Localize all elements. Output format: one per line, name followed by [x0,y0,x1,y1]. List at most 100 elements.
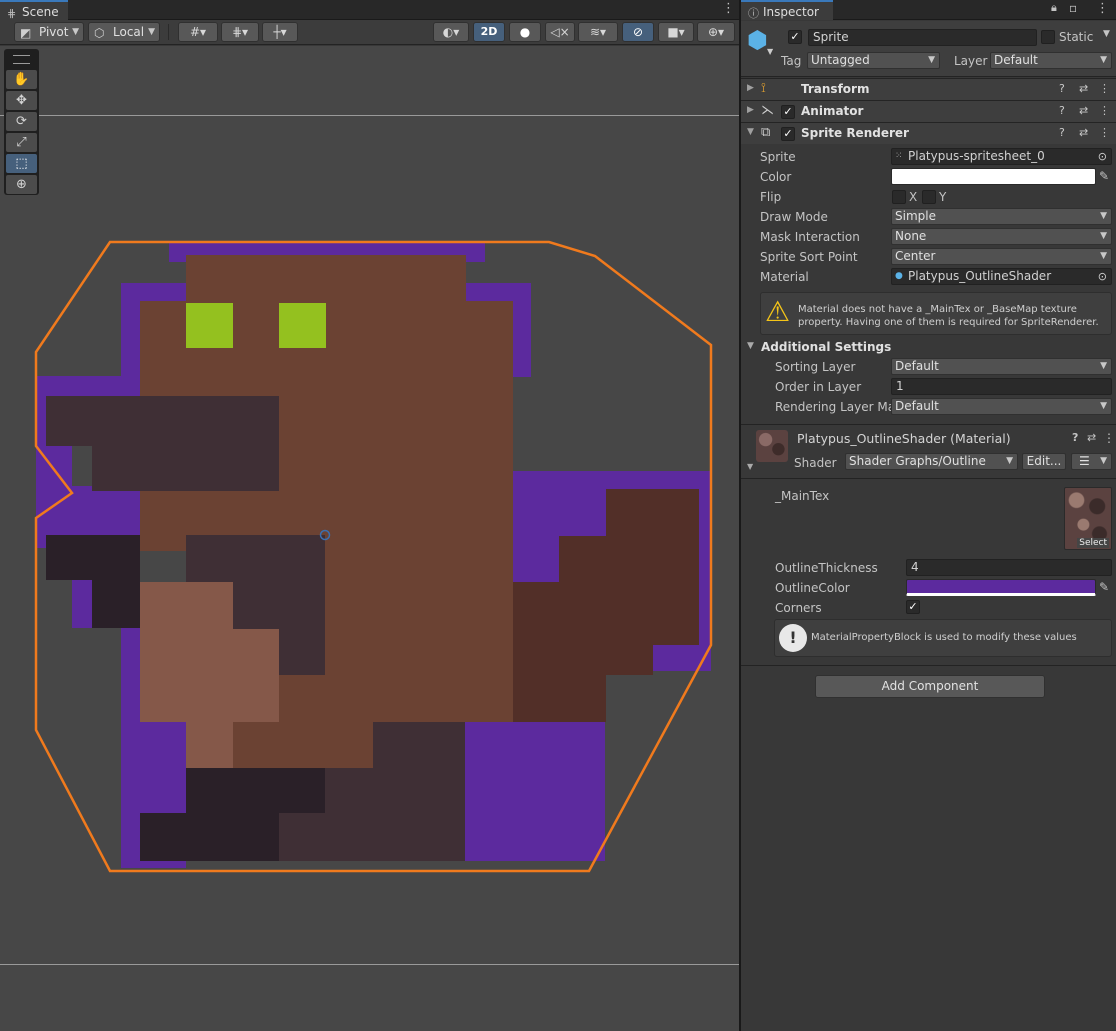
sprite-label: Sprite [760,150,796,164]
pivot-handle[interactable] [319,529,331,541]
pivot-dropdown[interactable]: ◩ Pivot ▼ [14,22,84,42]
eyedropper-icon[interactable]: ✎ [1099,169,1109,183]
scene-viewport[interactable]: ✋ ✥ ⟳ ⤢ ⬚ ⊕ [0,46,739,1031]
component-animator[interactable]: ▶ ⋋ ✓ Animator ? ⇄ ⋮ [741,100,1116,122]
collapse-arrow-icon[interactable]: ▼ [747,127,754,137]
material-warning-text: Material does not have a _MainTex or _Ba… [798,304,1099,328]
gameobject-cube-icon[interactable]: ⬢ [747,26,768,54]
camera-dropdown[interactable]: ■▾ [658,22,694,42]
help-icon[interactable]: ? [1072,431,1078,444]
sorting-layer-dropdown[interactable]: Default ▼ [891,358,1112,375]
material-value: Platypus_OutlineShader [908,269,1052,283]
grid-snap-button[interactable]: #▾ [178,22,218,42]
rendering-layer-mask-dropdown[interactable]: Default ▼ [891,398,1112,415]
component-menu-icon[interactable]: ⋮ [1099,104,1110,117]
add-component-button[interactable]: Add Component [815,675,1045,698]
static-checkbox[interactable] [1041,30,1055,44]
preset-icon[interactable]: ⇄ [1079,82,1088,95]
sorting-layer-value: Default [895,359,939,373]
eye-slash-icon: ⊘ [632,25,644,39]
flip-x-checkbox[interactable] [892,190,906,204]
effects-dropdown[interactable]: ≋▾ [578,22,618,42]
sprite-renderer-icon: ⧉ [761,125,771,140]
active-checkbox[interactable]: ✓ [788,30,802,44]
tab-inspector[interactable]: ⓘ Inspector [741,0,833,20]
flip-x-label: X [909,190,918,204]
chevron-down-icon[interactable]: ▼ [767,47,773,56]
maintex-label: _MainTex [775,489,830,503]
eyedropper-icon[interactable]: ✎ [1099,580,1109,594]
mode-2d-toggle[interactable]: 2D [473,22,505,42]
expand-arrow-icon[interactable]: ▶ [747,105,754,115]
component-transform[interactable]: ▶ ⟟ Transform ? ⇄ ⋮ [741,78,1116,100]
flip-y-label: Y [939,190,947,204]
tab-scene[interactable]: ⋕ Scene [0,0,68,20]
help-icon[interactable]: ? [1059,126,1065,139]
sprite-sort-point-dropdown[interactable]: Center ▼ [891,248,1112,265]
shader-dropdown[interactable]: Shader Graphs/Outline ▼ [845,453,1018,470]
texture-select-button[interactable]: Select [1077,538,1109,548]
material-property-block-text: MaterialPropertyBlock is used to modify … [811,632,1077,643]
component-sprite-renderer[interactable]: ▼ ⧉ ✓ Sprite Renderer ? ⇄ ⋮ [741,122,1116,144]
collapse-arrow-icon[interactable]: ▼ [747,341,754,351]
draw-mode-button[interactable]: ◐▾ [433,22,469,42]
material-object-field[interactable]: ● Platypus_OutlineShader ⊙ [891,268,1112,285]
component-menu-icon[interactable]: ⋮ [1103,431,1115,445]
audio-toggle[interactable]: ◁× [545,22,575,42]
lighting-toggle[interactable]: ● [509,22,541,42]
chevron-down-icon: ▼ [1100,401,1107,411]
object-picker-icon[interactable]: ⊙ [1098,269,1107,284]
corners-checkbox[interactable]: ✓ [906,600,920,614]
outline-color-swatch[interactable] [906,579,1096,596]
transform-title: Transform [801,82,870,96]
mask-interaction-dropdown[interactable]: None ▼ [891,228,1112,245]
tag-dropdown[interactable]: Untagged ▼ [807,52,940,69]
tag-label: Tag [781,54,802,68]
material-warning-box: ⚠ Material does not have a _MainTex or _… [760,292,1112,335]
object-name-field[interactable]: Sprite [808,29,1037,46]
component-menu-icon[interactable]: ⋮ [1099,82,1110,95]
chevron-down-icon[interactable]: ▼ [1103,29,1110,39]
help-icon[interactable]: ? [1059,104,1065,117]
maximize-icon[interactable]: ▫ [1069,1,1077,15]
increment-snap-button[interactable]: ┼▾ [262,22,298,42]
gizmos-dropdown[interactable]: ⊕▾ [697,22,735,42]
info-exclamation-icon: ! [779,624,807,652]
flip-y-checkbox[interactable] [922,190,936,204]
animator-enabled-checkbox[interactable]: ✓ [781,105,795,119]
lock-icon[interactable]: 🔒︎ [1051,1,1057,15]
sprite-object-field[interactable]: ⁙ Platypus-spritesheet_0 ⊙ [891,148,1112,165]
inspector-menu-icon[interactable]: ⋮ [1096,1,1109,16]
tab-scene-label: Scene [22,5,59,19]
draw-mode-value: Simple [895,209,936,223]
layer-dropdown[interactable]: Default ▼ [990,52,1112,69]
gizmo-globe-icon: ⊕▾ [707,25,725,39]
additional-settings-title[interactable]: Additional Settings [761,340,891,354]
shader-options-dropdown[interactable]: ☰ ▼ [1071,453,1112,470]
object-picker-icon[interactable]: ⊙ [1098,149,1107,164]
component-menu-icon[interactable]: ⋮ [1099,126,1110,139]
material-preview-thumbnail [756,430,788,462]
order-in-layer-field[interactable]: 1 [891,378,1112,395]
cube-icon: ⬡ [94,26,105,40]
draw-mode-dropdown[interactable]: Simple ▼ [891,208,1112,225]
outline-thickness-field[interactable]: 4 [906,559,1112,576]
color-label: Color [760,170,792,184]
preset-icon[interactable]: ⇄ [1079,126,1088,139]
sprite-renderer-enabled-checkbox[interactable]: ✓ [781,127,795,141]
scene-menu-icon[interactable]: ⋮ [722,1,735,16]
chevron-down-icon: ▼ [148,27,155,37]
preset-icon[interactable]: ⇄ [1087,431,1096,444]
grid-visibility-button[interactable]: ⋕▾ [221,22,259,42]
maintex-texture-slot[interactable]: Select [1064,487,1112,550]
local-dropdown[interactable]: ⬡ Local ▼ [88,22,160,42]
layer-label: Layer [954,54,988,68]
color-swatch[interactable] [891,168,1096,185]
help-icon[interactable]: ? [1059,82,1065,95]
preset-icon[interactable]: ⇄ [1079,104,1088,117]
transform-icon: ⟟ [761,81,766,96]
expand-arrow-icon[interactable]: ▶ [747,83,754,93]
expand-arrow-icon[interactable]: ▼ [747,462,753,471]
shader-edit-button[interactable]: Edit... [1022,453,1066,470]
hidden-objects-toggle[interactable]: ⊘ [622,22,654,42]
